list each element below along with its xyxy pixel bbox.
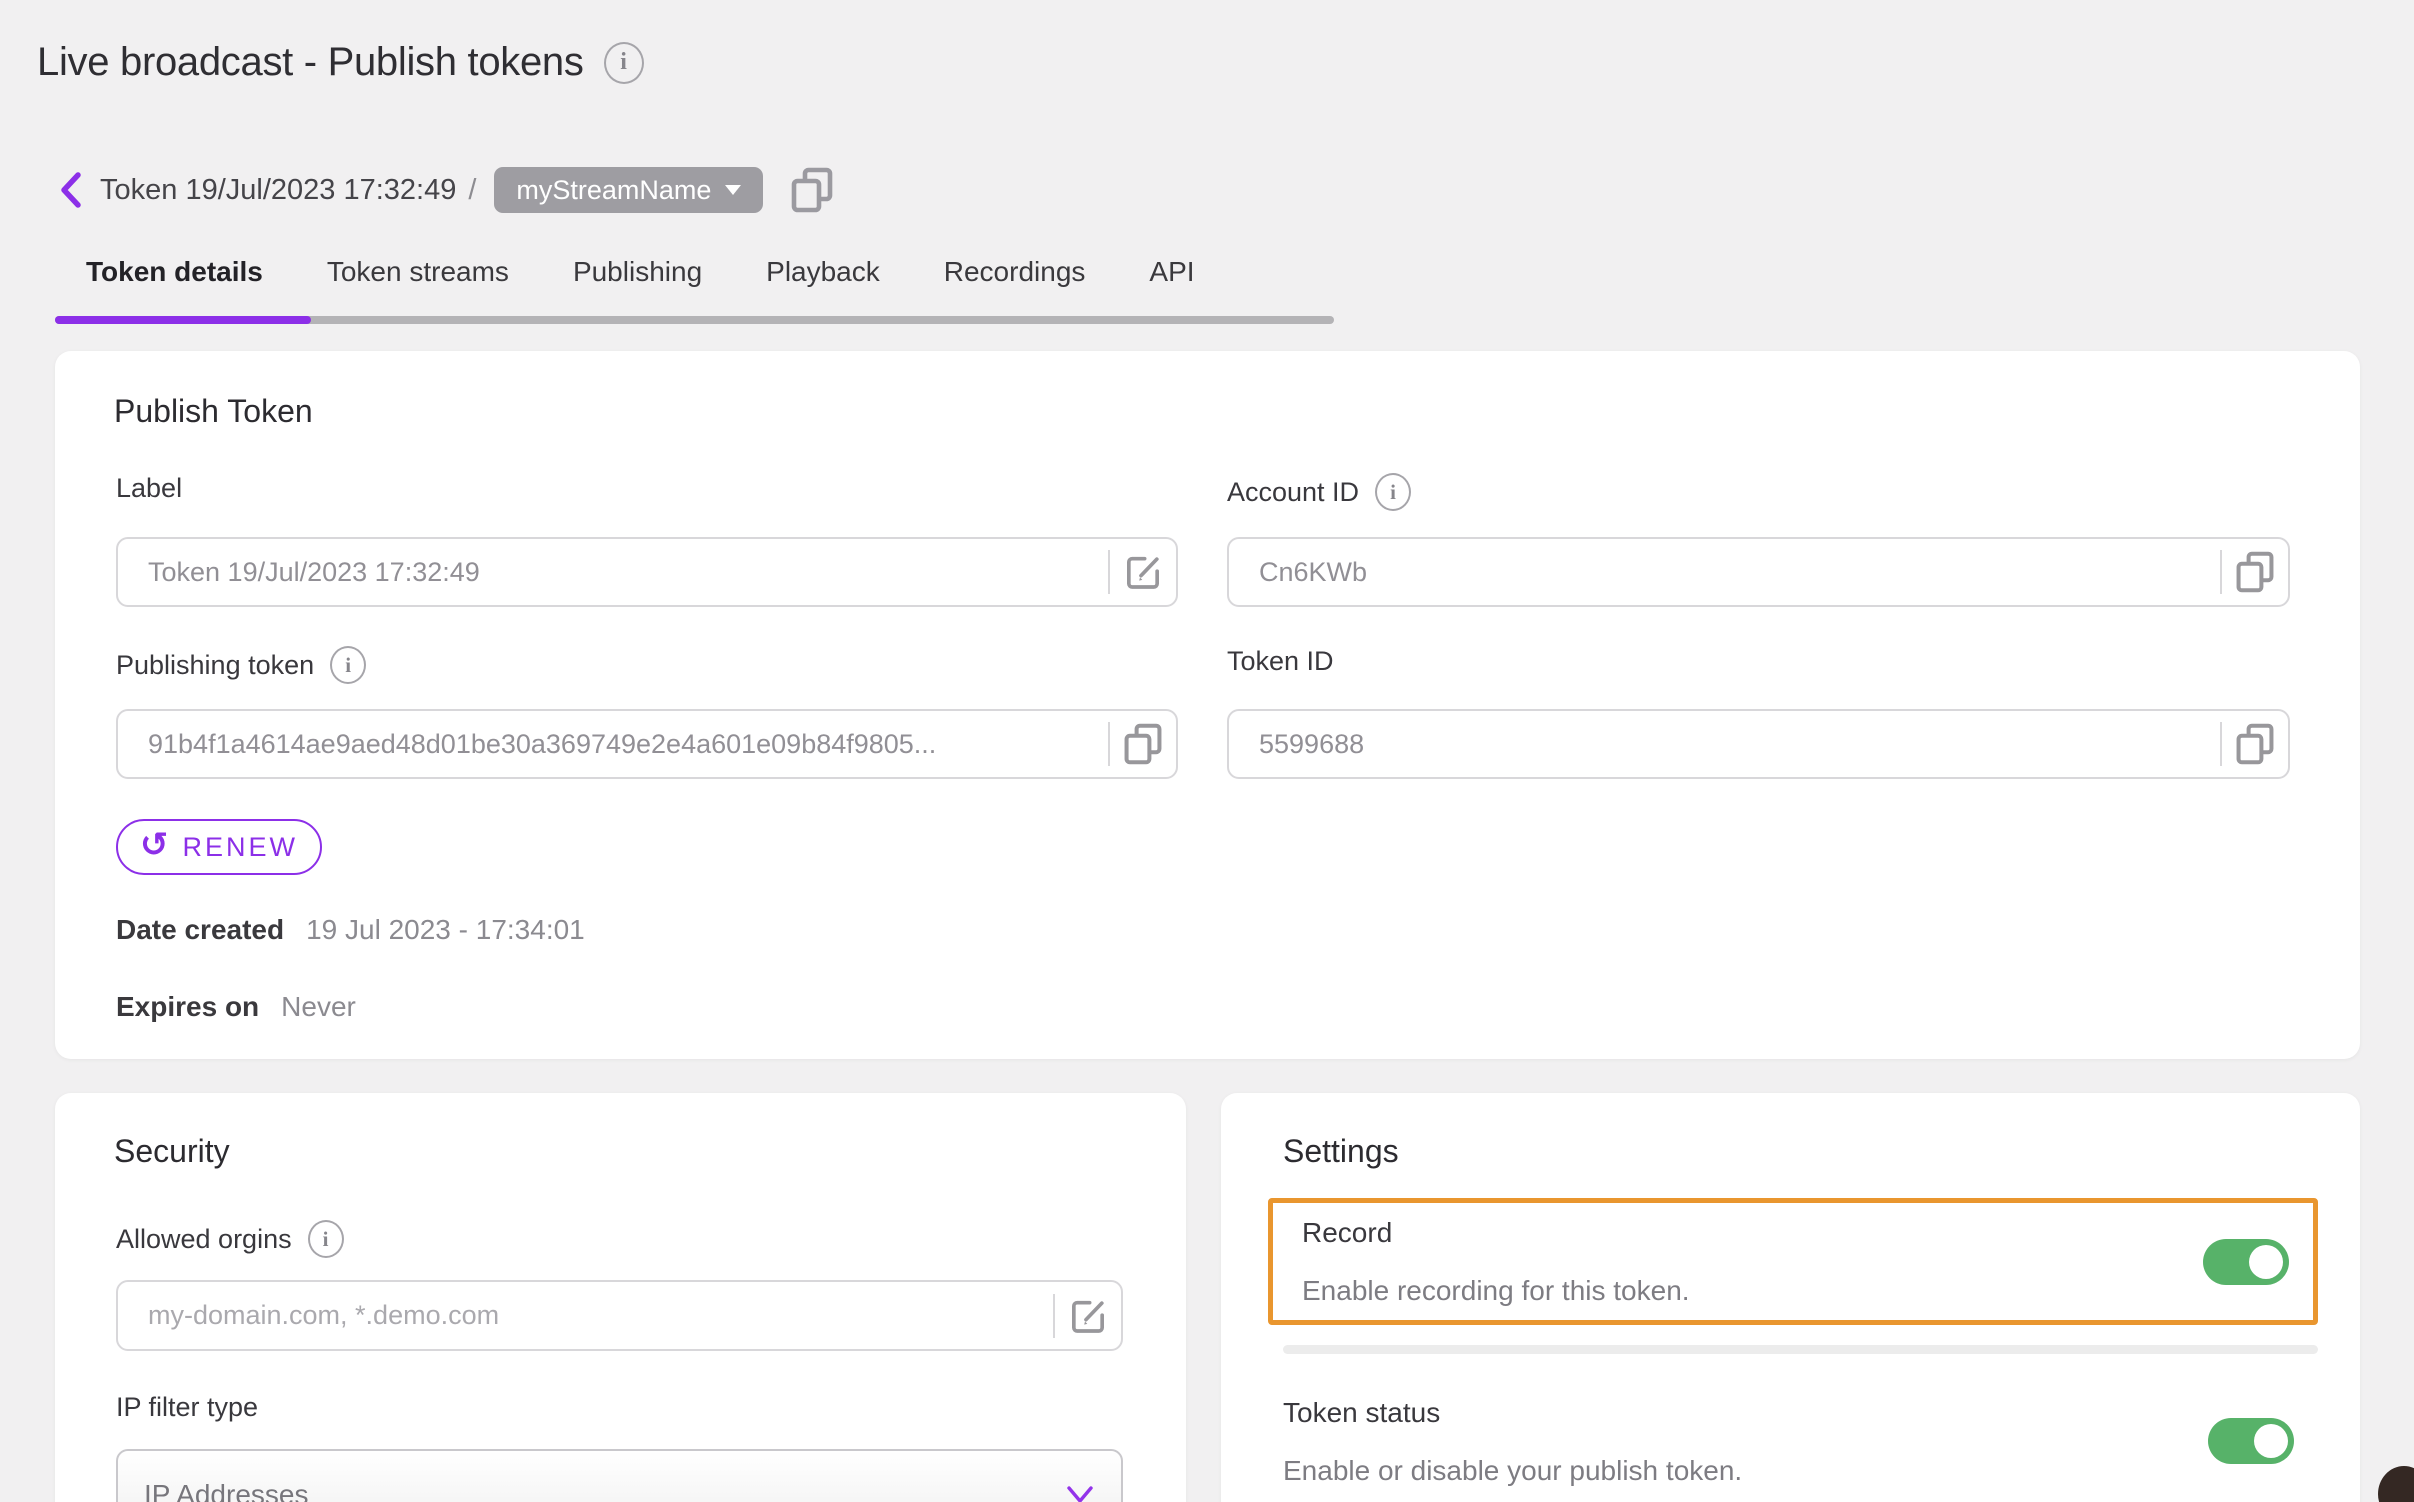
settings-card: Settings Record Enable recording for thi… <box>1221 1093 2360 1502</box>
breadcrumb-token-label: Token 19/Jul/2023 17:32:49 <box>100 174 456 207</box>
account-id-value: Cn6KWb <box>1229 557 2220 588</box>
page-title: Live broadcast - Publish tokens <box>37 40 584 85</box>
token-id-value: 5599688 <box>1229 729 2220 760</box>
record-label: Record <box>1302 1217 1392 1249</box>
ip-filter-type-label: IP filter type <box>116 1392 258 1423</box>
security-card: Security Allowed orgins i IP filter type… <box>55 1093 1186 1502</box>
label-input[interactable]: Token 19/Jul/2023 17:32:49 <box>116 537 1178 607</box>
tab-token-details[interactable]: Token details <box>86 256 263 298</box>
allowed-origins-info-icon[interactable]: i <box>308 1220 344 1258</box>
tab-api[interactable]: API <box>1149 256 1194 298</box>
corner-artifact <box>2378 1466 2414 1502</box>
token-status-description: Enable or disable your publish token. <box>1283 1455 1742 1487</box>
back-chevron-icon[interactable] <box>58 172 84 208</box>
settings-heading: Settings <box>1283 1133 1399 1170</box>
record-description: Enable recording for this token. <box>1302 1275 1690 1307</box>
account-id-input[interactable]: Cn6KWb <box>1227 537 2290 607</box>
date-created-label: Date created <box>116 914 284 946</box>
allowed-origins-field-label: Allowed orgins i <box>116 1220 344 1258</box>
renew-button-label: RENEW <box>183 832 299 863</box>
tab-underline-track <box>55 316 1334 324</box>
copy-token-id-icon[interactable] <box>2222 722 2288 766</box>
ip-filter-type-value: IP Addresses <box>144 1479 308 1502</box>
page-header: Live broadcast - Publish tokens i <box>37 40 644 85</box>
page-title-info-icon[interactable]: i <box>604 42 644 84</box>
stream-name-label: myStreamName <box>516 175 711 206</box>
security-heading: Security <box>114 1133 230 1170</box>
publishing-token-input[interactable]: 91b4f1a4614ae9aed48d01be30a369749e2e4a60… <box>116 709 1178 779</box>
token-id-field-label: Token ID <box>1227 646 1334 677</box>
account-id-info-icon[interactable]: i <box>1375 473 1411 511</box>
tab-bar: Token details Token streams Publishing P… <box>86 256 1195 298</box>
record-toggle[interactable] <box>2203 1239 2289 1285</box>
caret-down-icon <box>725 185 741 195</box>
renew-button[interactable]: ↺ RENEW <box>116 819 322 875</box>
label-input-value: Token 19/Jul/2023 17:32:49 <box>118 557 1108 588</box>
publishing-token-value: 91b4f1a4614ae9aed48d01be30a369749e2e4a60… <box>118 729 1108 760</box>
publish-token-heading: Publish Token <box>114 393 313 430</box>
token-id-input[interactable]: 5599688 <box>1227 709 2290 779</box>
publishing-token-field-label: Publishing token i <box>116 646 366 684</box>
tab-playback[interactable]: Playback <box>766 256 880 298</box>
date-created-value: 19 Jul 2023 - 17:34:01 <box>306 914 585 946</box>
chevron-down-icon <box>1065 1485 1095 1502</box>
tab-token-streams[interactable]: Token streams <box>327 256 509 298</box>
expires-on-value: Never <box>281 991 356 1023</box>
copy-stream-name-icon[interactable] <box>789 166 835 214</box>
allowed-origins-input[interactable] <box>118 1300 1053 1331</box>
token-status-toggle-knob <box>2254 1424 2288 1458</box>
tab-recordings[interactable]: Recordings <box>944 256 1086 298</box>
label-field-label: Label <box>116 473 182 504</box>
publish-tokens-page: Live broadcast - Publish tokens i Token … <box>0 0 2414 1502</box>
ip-filter-type-select[interactable]: IP Addresses <box>116 1449 1123 1502</box>
record-highlight-box: Record Enable recording for this token. <box>1268 1198 2318 1325</box>
publish-token-card: Publish Token Label Token 19/Jul/2023 17… <box>55 351 2360 1059</box>
expires-on-row: Expires on Never <box>116 991 356 1023</box>
settings-divider <box>1283 1345 2318 1354</box>
record-toggle-knob <box>2249 1245 2283 1279</box>
publishing-token-info-icon[interactable]: i <box>330 646 366 684</box>
token-status-label: Token status <box>1283 1397 1440 1429</box>
copy-publishing-token-icon[interactable] <box>1110 722 1176 766</box>
breadcrumb: Token 19/Jul/2023 17:32:49 / myStreamNam… <box>58 166 835 214</box>
tab-underline-active <box>55 316 311 324</box>
edit-allowed-origins-icon[interactable] <box>1055 1296 1121 1336</box>
edit-label-icon[interactable] <box>1110 552 1176 592</box>
stream-name-dropdown[interactable]: myStreamName <box>494 167 763 213</box>
account-id-field-label: Account ID i <box>1227 473 1411 511</box>
breadcrumb-separator: / <box>468 174 476 207</box>
tab-publishing[interactable]: Publishing <box>573 256 702 298</box>
copy-account-id-icon[interactable] <box>2222 550 2288 594</box>
date-created-row: Date created 19 Jul 2023 - 17:34:01 <box>116 914 585 946</box>
expires-on-label: Expires on <box>116 991 259 1023</box>
allowed-origins-input-wrap <box>116 1280 1123 1351</box>
token-status-toggle[interactable] <box>2208 1418 2294 1464</box>
refresh-icon: ↺ <box>140 828 169 862</box>
